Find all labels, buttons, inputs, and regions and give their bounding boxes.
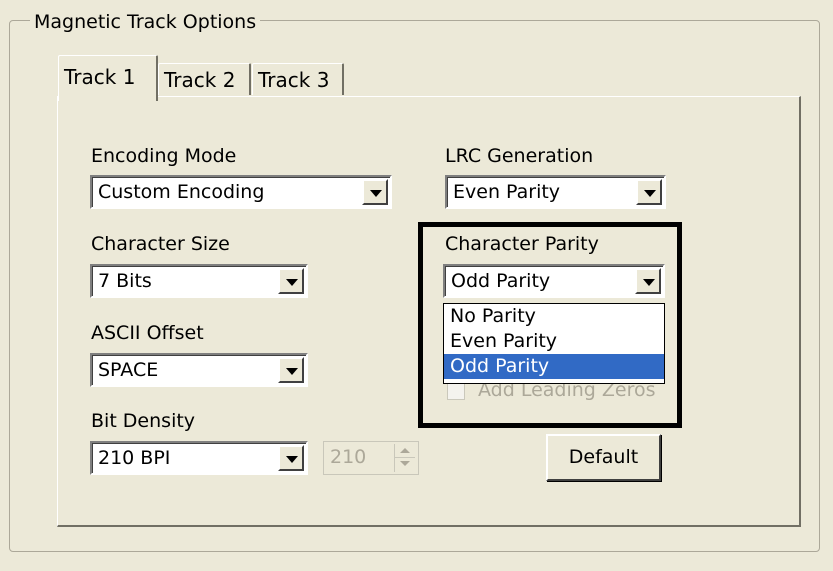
chevron-down-icon[interactable]	[278, 268, 304, 294]
encoding-mode-label: Encoding Mode	[91, 145, 237, 167]
ascii-offset-select[interactable]: SPACE	[90, 353, 308, 387]
ascii-offset-label: ASCII Offset	[91, 322, 204, 344]
tab-track-1[interactable]: Track 1	[58, 55, 158, 101]
chevron-down-icon[interactable]	[278, 357, 304, 383]
group-title: Magnetic Track Options	[30, 10, 261, 34]
bit-density-value: 210 BPI	[98, 447, 171, 469]
bit-density-spinner-value: 210	[330, 446, 367, 468]
encoding-mode-select[interactable]: Custom Encoding	[90, 175, 392, 209]
character-size-label: Character Size	[91, 233, 230, 255]
character-size-value: 7 Bits	[98, 270, 152, 292]
character-parity-label: Character Parity	[445, 233, 599, 255]
ascii-offset-value: SPACE	[98, 359, 159, 381]
chevron-down-icon[interactable]	[362, 179, 388, 205]
spin-up-icon	[395, 444, 415, 458]
bit-density-select[interactable]: 210 BPI	[90, 441, 308, 475]
option-no-parity[interactable]: No Parity	[444, 304, 664, 329]
spin-down-icon	[395, 458, 415, 471]
character-parity-dropdown: No Parity Even Parity Odd Parity	[443, 303, 665, 384]
encoding-mode-value: Custom Encoding	[98, 181, 265, 203]
chevron-down-icon[interactable]	[635, 268, 661, 294]
tab-track-2[interactable]: Track 2	[158, 63, 251, 95]
default-button[interactable]: Default	[546, 434, 661, 481]
option-even-parity[interactable]: Even Parity	[444, 329, 664, 354]
chevron-down-icon[interactable]	[636, 179, 662, 205]
lrc-generation-value: Even Parity	[453, 181, 561, 203]
tab-track-3[interactable]: Track 3	[252, 63, 344, 95]
lrc-generation-label: LRC Generation	[445, 145, 594, 167]
character-parity-value: Odd Parity	[451, 270, 551, 292]
bit-density-spinner: 210	[323, 441, 419, 475]
option-odd-parity[interactable]: Odd Parity	[444, 354, 664, 379]
spinner-controls	[394, 444, 416, 472]
chevron-down-icon[interactable]	[278, 445, 304, 471]
character-size-select[interactable]: 7 Bits	[90, 264, 308, 298]
lrc-generation-select[interactable]: Even Parity	[445, 175, 666, 209]
bit-density-label: Bit Density	[91, 410, 196, 432]
character-parity-select[interactable]: Odd Parity	[443, 264, 665, 298]
